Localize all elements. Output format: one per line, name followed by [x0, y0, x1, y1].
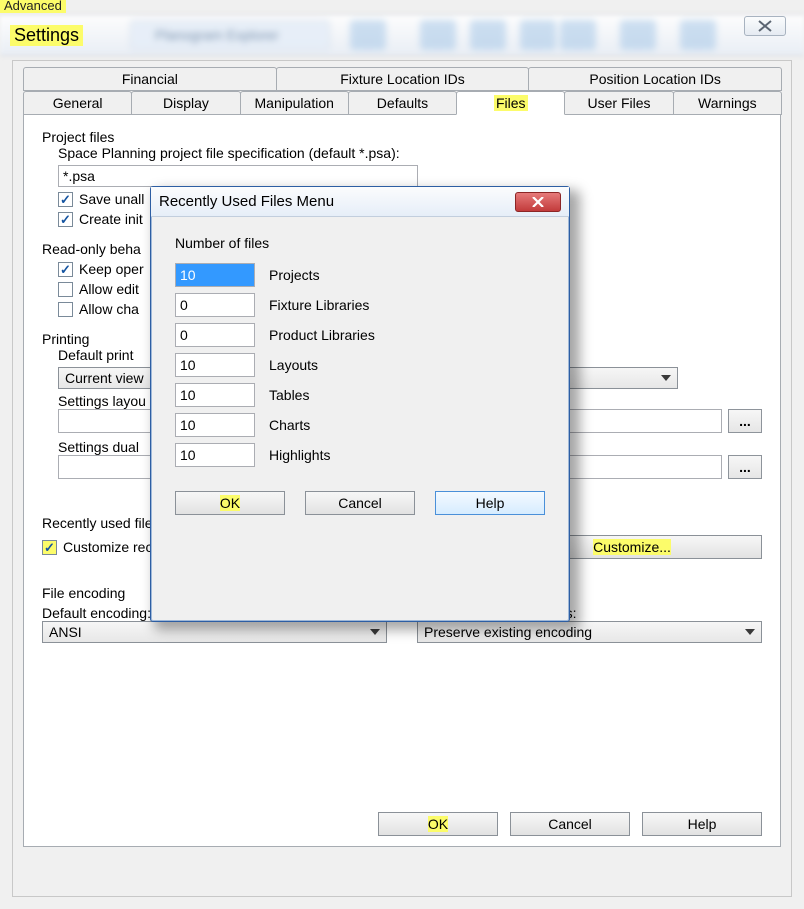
close-icon	[530, 197, 546, 207]
dialog-titlebar[interactable]: Recently Used Files Menu	[151, 187, 569, 217]
close-button[interactable]	[744, 16, 786, 36]
tab-position-location-ids[interactable]: Position Location IDs	[528, 67, 782, 91]
tab-warnings[interactable]: Warnings	[673, 91, 782, 115]
layouts-count-input[interactable]	[175, 353, 255, 377]
allow-edit-checkbox[interactable]	[58, 282, 73, 297]
dialog-row-tables: Tables	[175, 383, 545, 407]
dialog-title: Recently Used Files Menu	[159, 193, 334, 210]
product-libraries-count-input[interactable]	[175, 323, 255, 347]
tab-display[interactable]: Display	[131, 91, 240, 115]
project-spec-label: Space Planning project file specificatio…	[58, 145, 400, 161]
product-libraries-label: Product Libraries	[269, 327, 375, 343]
default-encoding-label: Default encoding:	[42, 605, 151, 621]
project-spec-input[interactable]	[58, 165, 418, 187]
cancel-button[interactable]: Cancel	[510, 812, 630, 836]
settings-layout-browse-button[interactable]: ...	[728, 409, 762, 433]
dialog-cancel-button[interactable]: Cancel	[305, 491, 415, 515]
dialog-body: Number of files Projects Fixture Librari…	[151, 217, 569, 527]
tab-defaults[interactable]: Defaults	[348, 91, 457, 115]
settings-layout-label: Settings layou	[58, 393, 146, 409]
advanced-label: Advanced	[0, 0, 66, 13]
group-title: Project files	[42, 129, 762, 145]
customize-recent-checkbox[interactable]	[42, 540, 57, 555]
ok-button[interactable]: OK	[378, 812, 498, 836]
default-print-label: Default print	[58, 347, 133, 363]
fixture-libraries-count-input[interactable]	[175, 293, 255, 317]
help-button[interactable]: Help	[642, 812, 762, 836]
charts-count-input[interactable]	[175, 413, 255, 437]
dialog-help-button[interactable]: Help	[435, 491, 545, 515]
tab-fixture-location-ids[interactable]: Fixture Location IDs	[276, 67, 530, 91]
dialog-row-product-libraries: Product Libraries	[175, 323, 545, 347]
fixture-libraries-label: Fixture Libraries	[269, 297, 369, 313]
save-unallocated-checkbox[interactable]	[58, 192, 73, 207]
projects-count-input[interactable]	[175, 263, 255, 287]
dialog-close-button[interactable]	[515, 192, 561, 212]
layouts-label: Layouts	[269, 357, 318, 373]
title-bar: Settings	[0, 14, 804, 56]
keep-open-checkbox[interactable]	[58, 262, 73, 277]
save-unallocated-label: Save unall	[79, 191, 144, 207]
tab-general[interactable]: General	[23, 91, 132, 115]
recently-used-files-dialog: Recently Used Files Menu Number of files…	[150, 186, 570, 622]
charts-label: Charts	[269, 417, 310, 433]
dialog-ok-button[interactable]: OK	[175, 491, 285, 515]
dialog-row-fixture-libraries: Fixture Libraries	[175, 293, 545, 317]
tables-count-input[interactable]	[175, 383, 255, 407]
create-initial-label: Create init	[79, 211, 143, 227]
window-title: Settings	[10, 25, 83, 46]
settings-dual-browse-button[interactable]: ...	[728, 455, 762, 479]
projects-label: Projects	[269, 267, 320, 283]
create-initial-checkbox[interactable]	[58, 212, 73, 227]
dialog-group-label: Number of files	[175, 235, 269, 251]
settings-dialog-buttons: OK Cancel Help	[378, 812, 762, 836]
keep-open-label: Keep oper	[79, 261, 144, 277]
tab-user-files[interactable]: User Files	[564, 91, 673, 115]
highlights-count-input[interactable]	[175, 443, 255, 467]
allow-change-label: Allow cha	[79, 301, 139, 317]
dialog-row-projects: Projects	[175, 263, 545, 287]
tab-strip: Financial Fixture Location IDs Position …	[23, 67, 781, 115]
tab-files[interactable]: Files	[456, 91, 565, 115]
allow-change-checkbox[interactable]	[58, 302, 73, 317]
tables-label: Tables	[269, 387, 309, 403]
tab-manipulation[interactable]: Manipulation	[240, 91, 349, 115]
tab-financial[interactable]: Financial	[23, 67, 277, 91]
dialog-row-highlights: Highlights	[175, 443, 545, 467]
tab-row-upper: Financial Fixture Location IDs Position …	[23, 67, 781, 91]
dialog-row-layouts: Layouts	[175, 353, 545, 377]
close-icon	[757, 20, 773, 32]
dialog-row-charts: Charts	[175, 413, 545, 437]
tab-row-lower: General Display Manipulation Defaults Fi…	[23, 91, 781, 115]
highlights-label: Highlights	[269, 447, 330, 463]
allow-edit-label: Allow edit	[79, 281, 139, 297]
settings-dual-label: Settings dual	[58, 439, 139, 455]
dialog-button-row: OK Cancel Help	[175, 491, 545, 515]
